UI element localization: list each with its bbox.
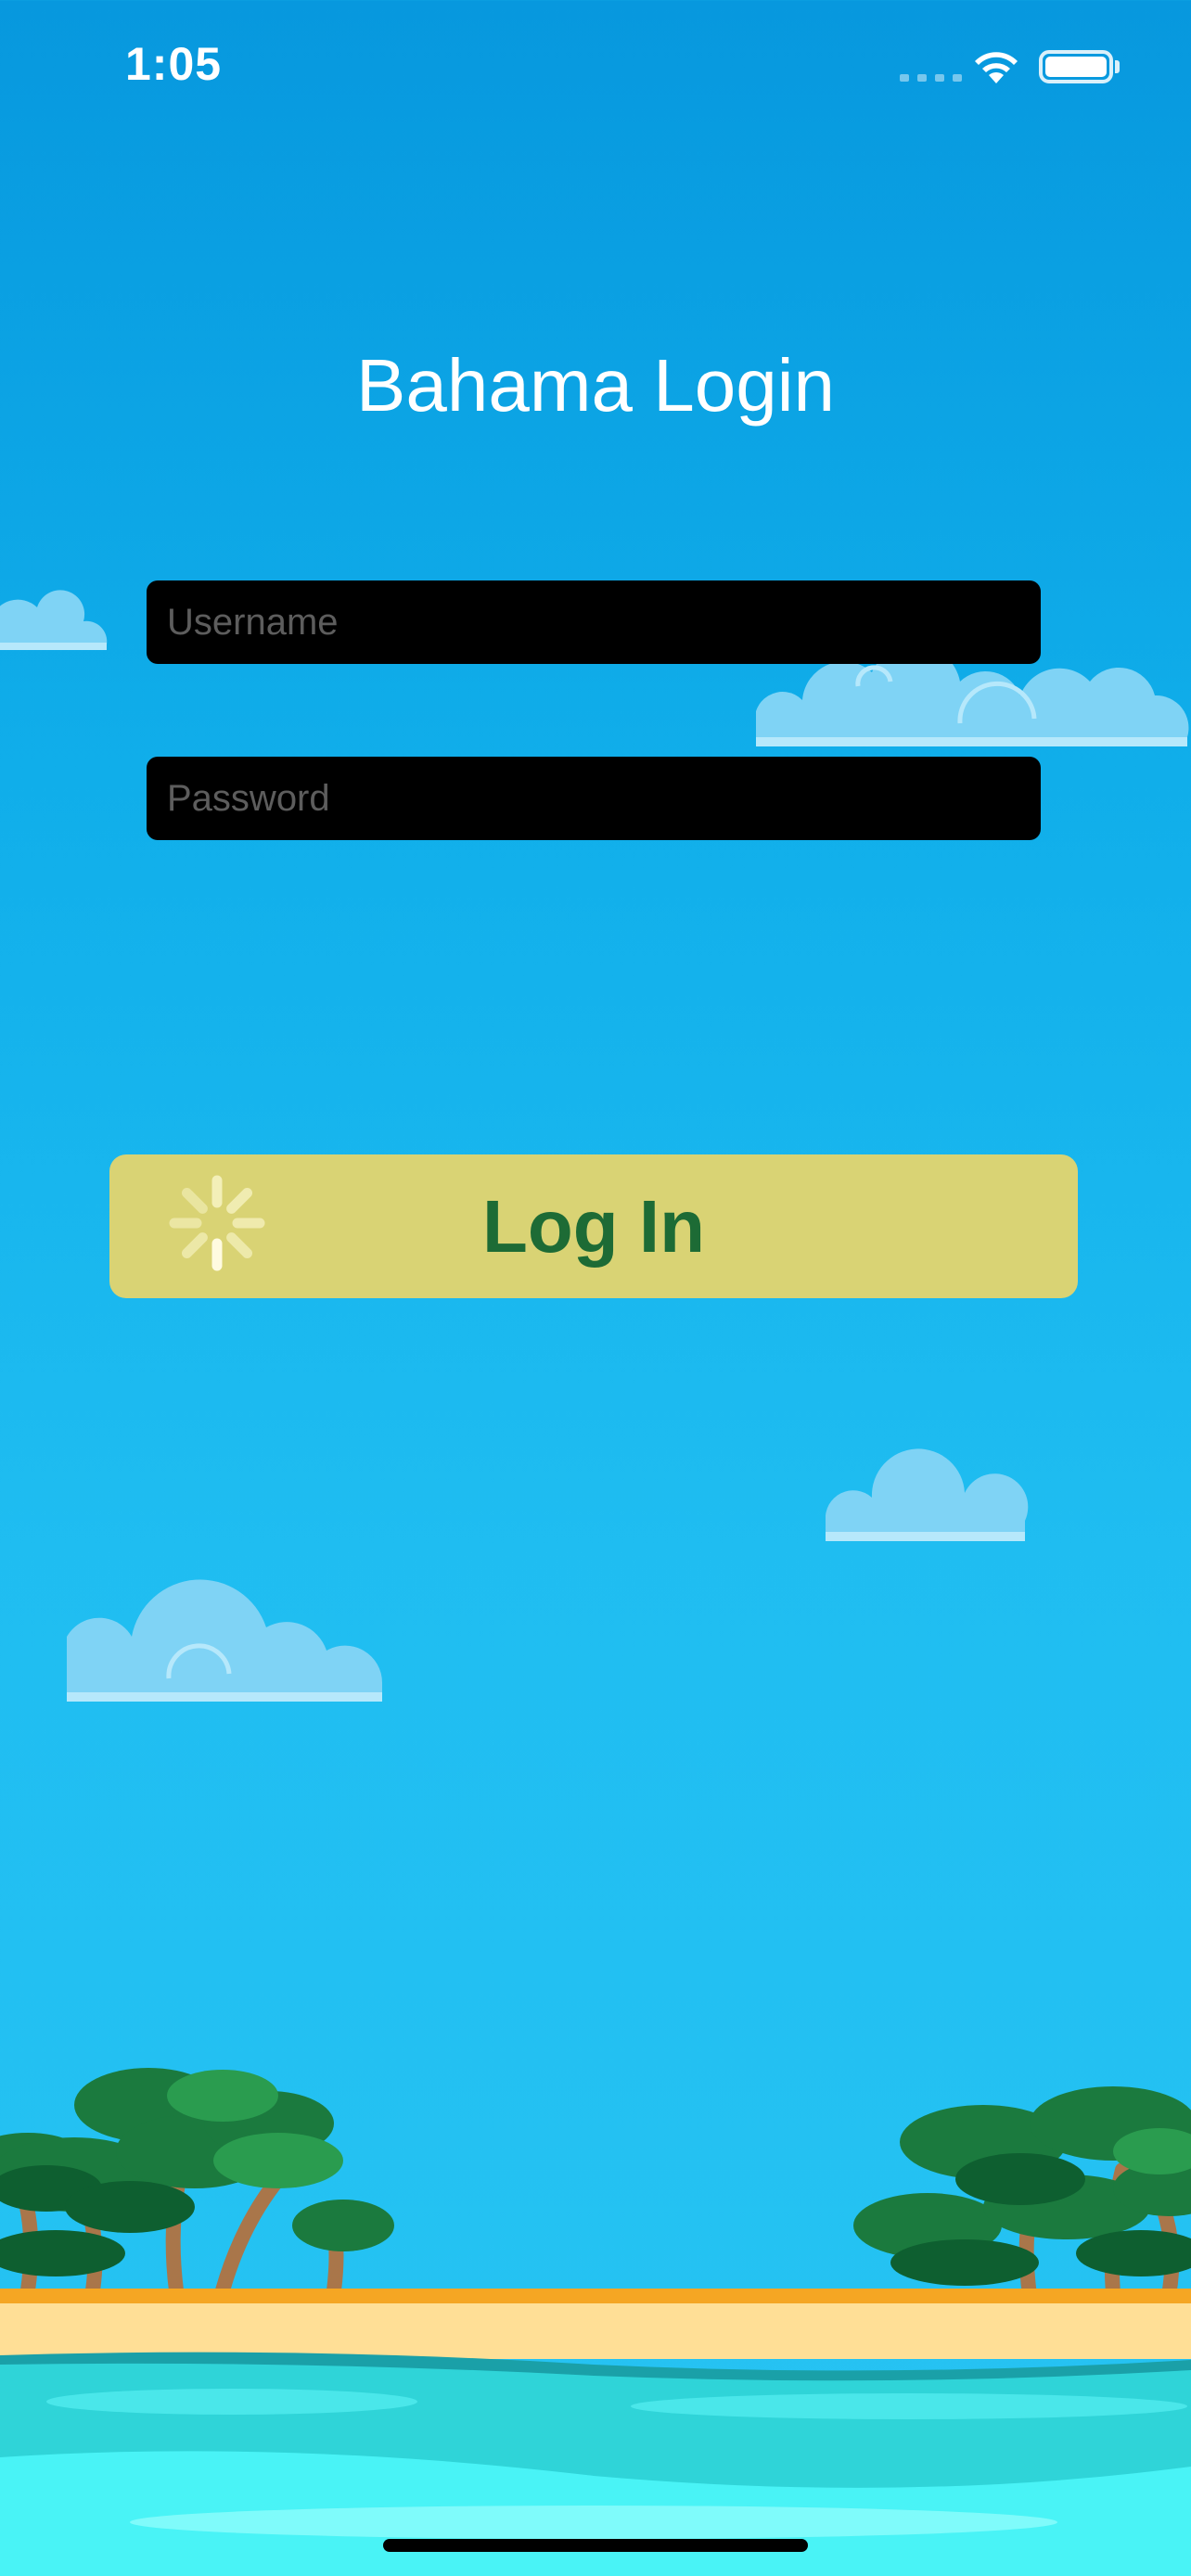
username-field[interactable] xyxy=(147,580,1041,664)
status-time: 1:05 xyxy=(125,38,223,90)
cloud-decoration xyxy=(67,1579,383,1702)
activity-spinner-icon xyxy=(169,1175,265,1271)
cloud-decoration xyxy=(0,590,108,650)
login-button-label: Log In xyxy=(482,1184,705,1268)
cellular-signal-icon xyxy=(900,74,962,82)
battery-cap xyxy=(1115,60,1120,73)
beach-scene xyxy=(0,2068,1191,2576)
cloud-decoration xyxy=(826,1448,1029,1541)
wifi-icon xyxy=(975,52,1018,83)
home-indicator xyxy=(383,2539,808,2552)
password-field[interactable] xyxy=(147,757,1041,840)
page-title: Bahama Login xyxy=(356,344,835,427)
battery-icon xyxy=(1039,50,1113,83)
